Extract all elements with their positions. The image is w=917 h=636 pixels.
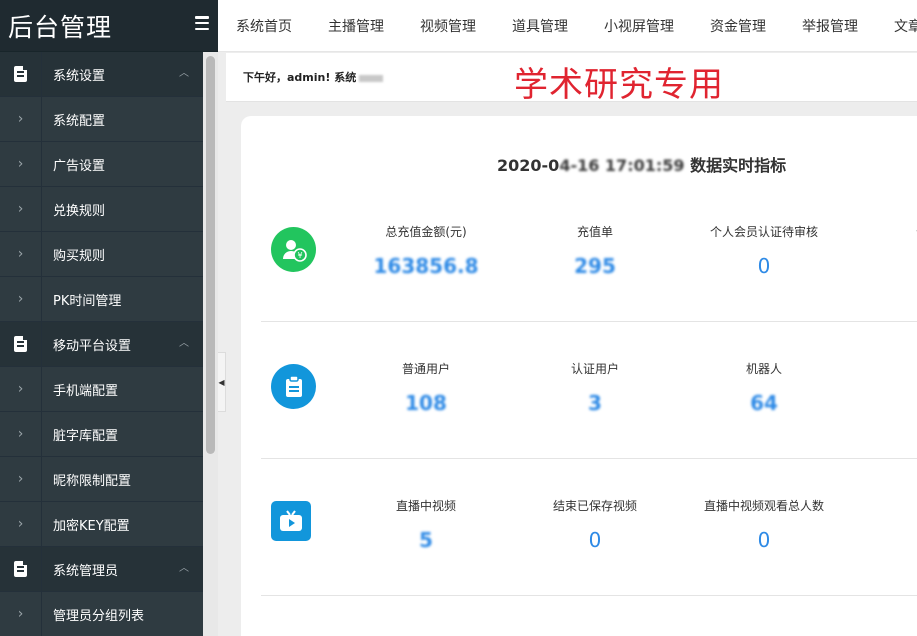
sidebar-item-label: PK时间管理	[53, 293, 122, 309]
sidebar-item-exchange-rules[interactable]: › 兑换规则	[0, 186, 203, 232]
app-title: 后台管理	[8, 12, 113, 42]
redacted-datetime: 4-16 17:01:59	[559, 156, 685, 175]
chevron-up-icon: ︿	[179, 68, 189, 79]
chevron-up-icon: ︿	[179, 563, 189, 574]
brand-bar: 后台管理	[0, 0, 218, 52]
stats-row-finance: ¥ 总充值金额(元) 163856.8 充值单 295 个人会员认证待审核 0 …	[261, 185, 917, 322]
tab-props[interactable]: 道具管理	[494, 16, 586, 36]
sidebar-item-mobile-config[interactable]: › 手机端配置	[0, 366, 203, 412]
redacted-text	[359, 74, 384, 82]
sidebar-item-label: 手机端配置	[53, 383, 119, 399]
sidebar-item-system-config[interactable]: › 系统配置	[0, 96, 203, 142]
sidebar-group-label: 系统管理员	[53, 563, 119, 579]
sidebar-item-label: 昵称限制配置	[53, 473, 132, 489]
chevron-up-icon: ︿	[179, 338, 189, 349]
top-nav: 系统首页 主播管理 视频管理 道具管理 小视屏管理 资金管理 举报管理 文章	[218, 0, 917, 52]
chevron-right-icon: ›	[0, 186, 42, 232]
document-icon	[14, 66, 27, 82]
sidebar-item-pk-time[interactable]: › PK时间管理	[0, 276, 203, 322]
sidebar-item-label: 购买规则	[53, 248, 106, 264]
sidebar-item-ad-settings[interactable]: › 广告设置	[0, 141, 203, 187]
hamburger-menu-icon[interactable]	[195, 16, 209, 30]
stat-saved-videos: 结束已保存视频 0	[552, 499, 637, 552]
stat-normal-users: 普通用户 108	[401, 362, 450, 415]
chevron-right-icon: ›	[0, 141, 42, 187]
sidebar-item-nickname-limit[interactable]: › 昵称限制配置	[0, 456, 203, 502]
stat-truncated: 会	[849, 360, 917, 377]
sidebar-item-label: 广告设置	[53, 158, 106, 174]
clipboard-icon	[271, 364, 316, 409]
sidebar-item-dirty-words[interactable]: › 脏字库配置	[0, 411, 203, 457]
stat-live-viewers: 直播中视频观看总人数 0	[703, 499, 824, 552]
stat-truncated: 个人认	[849, 223, 917, 240]
chevron-right-icon: ›	[0, 96, 42, 142]
stat-truncated: 实际	[849, 497, 917, 514]
caret-left-icon: ◀	[218, 377, 225, 387]
tab-anchors[interactable]: 主播管理	[310, 16, 402, 36]
tab-home[interactable]: 系统首页	[218, 16, 310, 36]
sidebar: 后台管理 系统设置 ︿ › 系统配置 › 广告设置 › 兑换规则 › 购买规则 …	[0, 0, 218, 636]
tab-finance[interactable]: 资金管理	[692, 16, 784, 36]
watermark-text: 学术研究专用	[514, 65, 724, 105]
chevron-right-icon: ›	[0, 231, 42, 277]
stats-row-live: 直播中视频 5 结束已保存视频 0 直播中视频观看总人数 0 实际	[261, 459, 917, 596]
chevron-right-icon: ›	[0, 591, 42, 636]
sidebar-item-admin-groups[interactable]: › 管理员分组列表	[0, 591, 203, 636]
sidebar-item-label: 管理员分组列表	[53, 608, 145, 624]
sidebar-item-label: 系统配置	[53, 113, 106, 129]
sidebar-group-mobile-settings[interactable]: 移动平台设置 ︿	[0, 321, 203, 367]
chevron-right-icon: ›	[0, 411, 42, 457]
tab-articles[interactable]: 文章	[876, 16, 917, 36]
sidebar-menu: 系统设置 ︿ › 系统配置 › 广告设置 › 兑换规则 › 购买规则 › PK时…	[0, 51, 203, 636]
stats-row-users: 普通用户 108 认证用户 3 机器人 64 会	[261, 322, 917, 459]
tv-icon	[271, 501, 311, 541]
document-icon	[14, 561, 27, 577]
svg-text:¥: ¥	[297, 251, 302, 260]
dashboard-card: 2020-04-16 17:01:59 数据实时指标 ¥ 总充值金额(元) 16…	[241, 116, 917, 636]
dashboard-title: 2020-04-16 17:01:59 数据实时指标	[497, 156, 787, 175]
sidebar-group-system-settings[interactable]: 系统设置 ︿	[0, 51, 203, 97]
welcome-greeting: 下午好，admin! 系统	[243, 71, 357, 84]
chevron-right-icon: ›	[0, 456, 42, 502]
stat-live-videos: 直播中视频 5	[395, 499, 456, 552]
stat-verified-users: 认证用户 3	[570, 362, 619, 415]
sidebar-group-label: 移动平台设置	[53, 338, 132, 354]
chevron-right-icon: ›	[0, 366, 42, 412]
stat-personal-auth-pending: 个人会员认证待审核 0	[709, 225, 818, 278]
chevron-right-icon: ›	[0, 501, 42, 547]
tab-short-videos[interactable]: 小视屏管理	[586, 16, 692, 36]
tab-videos[interactable]: 视频管理	[402, 16, 494, 36]
stat-robots: 机器人 64	[745, 362, 782, 415]
sidebar-item-encrypt-key[interactable]: › 加密KEY配置	[0, 501, 203, 547]
user-money-icon: ¥	[271, 227, 316, 272]
sidebar-group-label: 系统设置	[53, 68, 106, 84]
stat-total-recharge: 总充值金额(元) 163856.8	[373, 225, 479, 278]
sidebar-item-label: 脏字库配置	[53, 428, 119, 444]
chevron-right-icon: ›	[0, 276, 42, 322]
stat-recharge-orders: 充值单 295	[574, 225, 616, 278]
sidebar-collapse-handle[interactable]: ◀	[218, 352, 226, 412]
document-icon	[14, 336, 27, 352]
sidebar-group-sys-admins[interactable]: 系统管理员 ︿	[0, 546, 203, 592]
sidebar-item-purchase-rules[interactable]: › 购买规则	[0, 231, 203, 277]
tab-reports[interactable]: 举报管理	[784, 16, 876, 36]
sidebar-item-label: 加密KEY配置	[53, 518, 130, 534]
sidebar-item-label: 兑换规则	[53, 203, 106, 219]
sidebar-scrollbar-thumb[interactable]	[206, 56, 215, 454]
